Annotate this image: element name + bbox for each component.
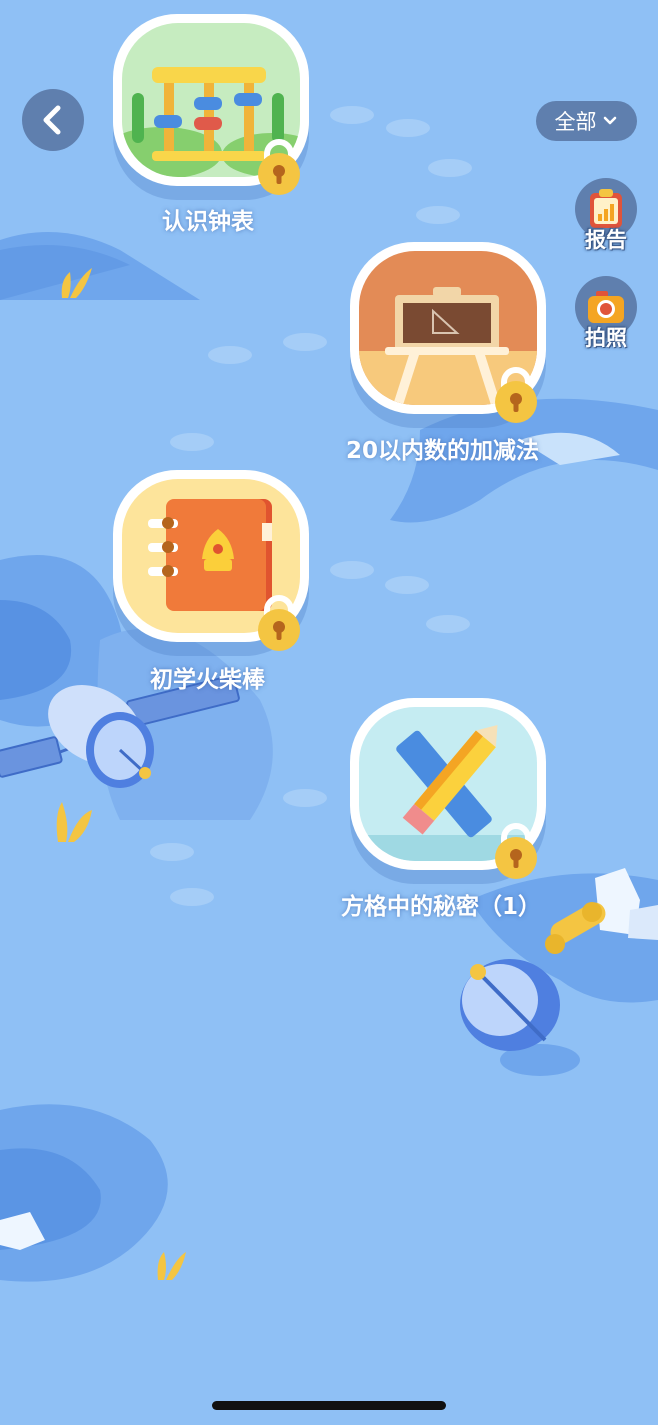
lock-icon — [258, 139, 300, 195]
camera-icon — [588, 291, 624, 323]
report-button[interactable]: 报告 — [574, 178, 638, 254]
filter-dropdown[interactable]: 全部 — [536, 101, 637, 141]
report-label: 报告 — [585, 228, 627, 252]
lesson-node-clock[interactable] — [113, 14, 309, 195]
lesson-title: 认识钟表 — [162, 209, 254, 235]
lock-icon — [258, 595, 300, 651]
camera-button[interactable]: 拍照 — [574, 276, 638, 352]
lesson-node-grid-secret[interactable] — [350, 698, 546, 879]
lesson-node-matchsticks[interactable] — [113, 470, 309, 651]
back-button[interactable] — [22, 89, 84, 151]
chevron-left-icon — [43, 105, 61, 135]
lesson-title: 初学火柴棒 — [150, 667, 265, 693]
camera-label: 拍照 — [585, 326, 627, 350]
lock-icon — [495, 367, 537, 423]
home-indicator[interactable] — [212, 1401, 446, 1410]
lock-icon — [495, 823, 537, 879]
chevron-down-icon — [603, 116, 616, 125]
lesson-title: 20以内数的加减法 — [346, 438, 540, 464]
lesson-node-addition[interactable] — [350, 242, 546, 423]
filter-label: 全部 — [554, 110, 597, 134]
lesson-title: 方格中的秘密（1） — [341, 894, 542, 920]
background-scenery — [0, 106, 658, 1282]
